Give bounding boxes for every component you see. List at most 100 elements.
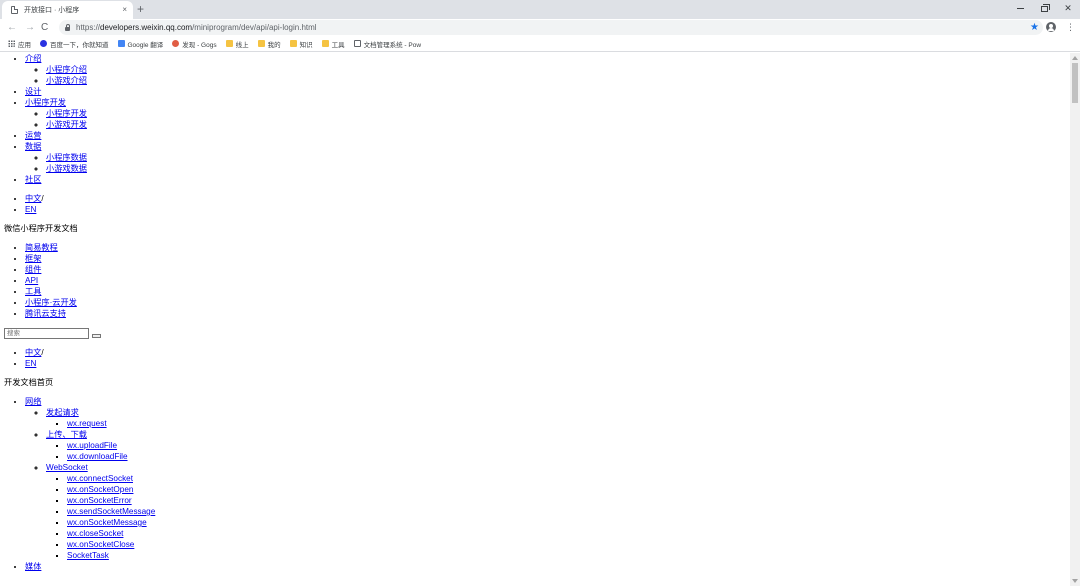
api-link-websocket[interactable]: WebSocket — [46, 463, 88, 472]
api-link-wx-uploadfile[interactable]: wx.uploadFile — [67, 441, 117, 450]
api-link-wx-request[interactable]: wx.request — [67, 419, 107, 428]
nav-link-operation[interactable]: 运营 — [25, 131, 41, 140]
nav-link-dev-mini-program[interactable]: 小程序开发 — [46, 109, 87, 118]
browser-tab[interactable]: 开放接口 · 小程序 × — [2, 1, 133, 19]
url-text[interactable]: https://developers.weixin.qq.com/minipro… — [76, 23, 317, 32]
doc-nav-tutorial[interactable]: 简易教程 — [25, 243, 58, 252]
list-item: 小游戏介绍 — [46, 75, 1070, 86]
nav-link-community[interactable]: 社区 — [25, 175, 41, 184]
lang-zh-link[interactable]: 中文 — [25, 194, 41, 203]
list-item: 网络 发起请求 wx.request 上传、下载 wx.uploadFile w… — [25, 396, 1070, 561]
api-link-wx-sendsocketmessage[interactable]: wx.sendSocketMessage — [67, 507, 155, 516]
list-item: wx.onSocketError — [67, 495, 1070, 506]
nav-link-intro-mini-game[interactable]: 小游戏介绍 — [46, 76, 87, 85]
vertical-scrollbar[interactable] — [1070, 53, 1080, 586]
doc-nav-api[interactable]: API — [25, 276, 38, 285]
back-icon[interactable]: ← — [7, 20, 17, 35]
nav-item-design: 设计 — [25, 86, 1070, 97]
bookmark-item[interactable]: 百度一下，你就知道 — [40, 39, 109, 49]
bookmark-star-icon[interactable]: ★ — [1030, 20, 1039, 35]
doc-nav-components[interactable]: 组件 — [25, 265, 41, 274]
api-link-network[interactable]: 网络 — [25, 397, 41, 406]
search-input[interactable] — [4, 327, 89, 339]
api-link-request-group[interactable]: 发起请求 — [46, 408, 79, 417]
list-item: wx.onSocketMessage — [67, 517, 1070, 528]
lang-en-link[interactable]: EN — [25, 359, 36, 368]
lang-zh-link[interactable]: 中文 — [25, 348, 41, 357]
tab-strip: 开放接口 · 小程序 × + ✕ — [0, 0, 1080, 19]
baidu-icon — [40, 40, 47, 47]
bookmark-item[interactable]: 文档管理系统 - Pow — [353, 39, 421, 49]
bookmark-label: 应用 — [18, 41, 31, 49]
forward-icon[interactable]: → — [25, 20, 35, 35]
minimize-button[interactable] — [1008, 0, 1032, 17]
doc-nav-tools[interactable]: 工具 — [25, 287, 41, 296]
new-tab-button[interactable]: + — [137, 2, 144, 16]
address-bar[interactable]: https://developers.weixin.qq.com/minipro… — [59, 20, 1043, 35]
bookmark-item[interactable]: 我的 — [257, 39, 281, 49]
lock-icon[interactable] — [65, 23, 70, 31]
gogs-icon — [172, 40, 180, 47]
bookmark-item[interactable]: 知识 — [289, 39, 313, 49]
list-item: 中文/ — [25, 347, 1070, 358]
reload-icon[interactable]: C — [41, 20, 48, 35]
list-item: wx.sendSocketMessage — [67, 506, 1070, 517]
bookmark-item[interactable]: 工具 — [321, 39, 345, 49]
nav-link-data-mini-game[interactable]: 小游戏数据 — [46, 164, 87, 173]
doc-nav-tencent-cloud[interactable]: 腾讯云支持 — [25, 309, 66, 318]
api-link-wx-closesocket[interactable]: wx.closeSocket — [67, 529, 123, 538]
list-item: wx.request — [67, 418, 1070, 429]
tab-close-icon[interactable]: × — [122, 6, 127, 14]
doc-nav-cloud[interactable]: 小程序·云开发 — [25, 298, 77, 307]
list-item: 简易教程 — [25, 242, 1070, 253]
close-window-button[interactable]: ✕ — [1056, 0, 1080, 17]
nav-item-data: 数据 小程序数据 小游戏数据 — [25, 141, 1070, 174]
bookmark-label: 线上 — [235, 41, 249, 49]
list-item: SocketTask — [67, 550, 1070, 561]
list-item: wx.connectSocket — [67, 473, 1070, 484]
home-title: 开发文档首页 — [4, 378, 54, 387]
api-link-sockettask[interactable]: SocketTask — [67, 551, 109, 560]
list-item: 小游戏数据 — [46, 163, 1070, 174]
api-link-wx-onsocketopen[interactable]: wx.onSocketOpen — [67, 485, 133, 494]
scroll-up-arrow-icon[interactable] — [1072, 56, 1078, 60]
api-link-wx-connectsocket[interactable]: wx.connectSocket — [67, 474, 133, 483]
api-tree: 网络 发起请求 wx.request 上传、下载 wx.uploadFile w… — [0, 396, 1070, 572]
nav-link-dev-mini-game[interactable]: 小游戏开发 — [46, 120, 87, 129]
bookmarks-bar: 应用 百度一下，你就知道 Google 翻译 发现 - Gogs 线上 我的 知识 工具 文档管… — [0, 36, 1080, 52]
bookmark-item[interactable]: 线上 — [225, 39, 249, 49]
api-link-media[interactable]: 媒体 — [25, 562, 41, 571]
list-item: wx.downloadFile — [67, 451, 1070, 462]
folder-icon — [225, 40, 233, 47]
api-link-wx-onsocketerror[interactable]: wx.onSocketError — [67, 496, 132, 505]
bookmark-item[interactable]: Google 翻译 — [117, 39, 163, 49]
doc-nav-framework[interactable]: 框架 — [25, 254, 41, 263]
restore-button[interactable] — [1032, 0, 1056, 17]
bookmark-item[interactable]: 发现 - Gogs — [172, 39, 217, 49]
lang-separator: / — [41, 348, 44, 357]
nav-link-data-mini-program[interactable]: 小程序数据 — [46, 153, 87, 162]
list-item: 组件 — [25, 264, 1070, 275]
list-item: wx.onSocketClose — [67, 539, 1070, 550]
bookmark-label: 我的 — [267, 41, 281, 49]
list-item: WebSocket wx.connectSocket wx.onSocketOp… — [46, 462, 1070, 561]
folder-icon — [321, 40, 329, 47]
api-link-upload-download[interactable]: 上传、下载 — [46, 430, 87, 439]
account-icon[interactable] — [1046, 22, 1056, 32]
menu-icon[interactable]: ⋮ — [1066, 21, 1075, 33]
list-item: EN — [25, 358, 1070, 369]
api-link-wx-onsocketclose[interactable]: wx.onSocketClose — [67, 540, 134, 549]
api-link-wx-downloadfile[interactable]: wx.downloadFile — [67, 452, 128, 461]
nav-link-intro-mini-program[interactable]: 小程序介绍 — [46, 65, 87, 74]
search-button[interactable] — [92, 333, 101, 338]
scrollbar-thumb[interactable] — [1072, 63, 1078, 103]
scroll-down-arrow-icon[interactable] — [1072, 579, 1078, 583]
tab-title: 开放接口 · 小程序 — [24, 7, 80, 14]
bookmark-item[interactable]: 应用 — [8, 39, 31, 49]
lang-en-link[interactable]: EN — [25, 205, 36, 214]
nav-link-data[interactable]: 数据 — [25, 142, 41, 151]
nav-link-dev[interactable]: 小程序开发 — [25, 98, 66, 107]
nav-link-design[interactable]: 设计 — [25, 87, 41, 96]
nav-link-intro[interactable]: 介绍 — [25, 54, 41, 63]
api-link-wx-onsocketmessage[interactable]: wx.onSocketMessage — [67, 518, 147, 527]
